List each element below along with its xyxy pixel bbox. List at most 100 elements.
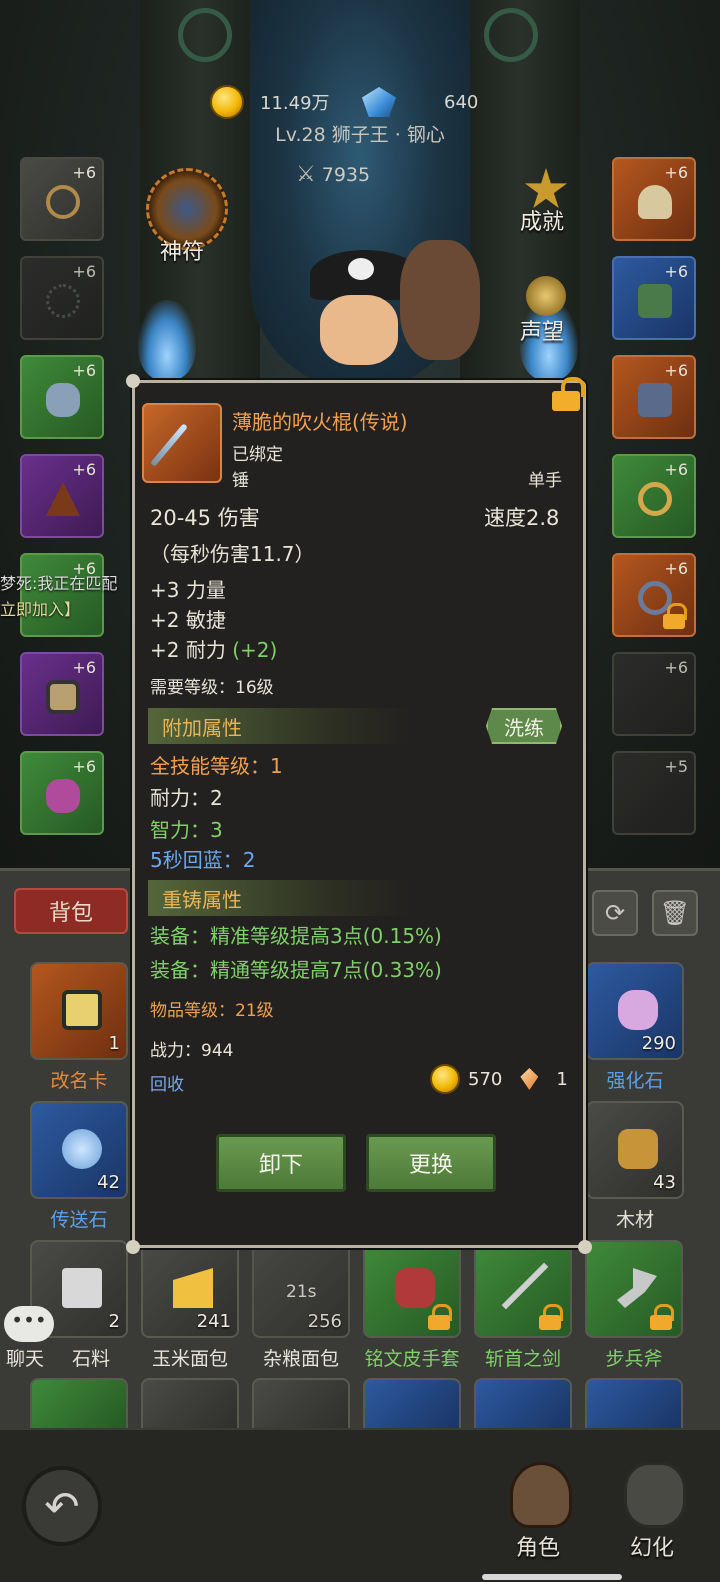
inventory-item[interactable]: 290 — [586, 962, 684, 1060]
refine-button[interactable]: 洗练 — [486, 708, 562, 744]
item-label: 玉米面包 — [151, 1348, 228, 1370]
item-label: 木材 — [615, 1209, 654, 1231]
chat-message[interactable]: 梦死:我正在匹配 — [0, 570, 117, 594]
inventory-item[interactable] — [585, 1240, 683, 1338]
equip-slot-shoulder[interactable]: +6 — [20, 355, 104, 439]
shoulder-armor-icon — [46, 383, 80, 417]
equip-slot-boots[interactable]: +6 — [612, 355, 696, 439]
mask-icon — [624, 1462, 686, 1528]
bound-status: 已绑定 — [232, 445, 283, 465]
inventory-item[interactable] — [30, 1378, 128, 1428]
boots-icon — [638, 383, 672, 417]
crossed-swords-icon: ⚔ — [296, 162, 316, 187]
nav-character-label: 角色 — [516, 1536, 561, 1561]
unlock-icon[interactable] — [552, 377, 585, 413]
inventory-item[interactable]: 42 — [30, 1101, 128, 1199]
slot-level: +6 — [664, 262, 688, 281]
equip-slot-chest[interactable]: +6 — [20, 553, 104, 637]
slot-level: +6 — [664, 163, 688, 182]
item-count: 241 — [196, 1311, 231, 1332]
nav-illusion[interactable]: 幻化 — [610, 1456, 700, 1566]
home-indicator — [482, 1574, 622, 1580]
chain-icon — [46, 284, 80, 318]
equip-slot-trinket-2[interactable]: +5 — [612, 751, 696, 835]
chat-bubble-icon: ••• — [4, 1306, 54, 1342]
talisman-button[interactable]: 神符 — [132, 166, 242, 266]
stat-agility: +2 敏捷 — [150, 608, 226, 632]
equip-slot-chain[interactable]: +6 — [20, 256, 104, 340]
recycle-shard-amount: 1 — [556, 1068, 568, 1090]
gem-display: 640 — [362, 85, 478, 119]
equip-slot-gloves[interactable]: +6 — [20, 751, 104, 835]
gold-amount: 11.49万 — [260, 93, 330, 114]
teleport-stone-icon — [62, 1129, 102, 1169]
equip-slot-ring-2[interactable]: +6 — [612, 553, 696, 637]
slot-level: +5 — [664, 757, 688, 776]
tab-bag[interactable]: 背包 — [14, 888, 128, 934]
inventory-item[interactable]: 241 — [141, 1240, 239, 1338]
extra-attr-stamina: 耐力：2 — [150, 786, 223, 810]
equip-slot-armor[interactable]: +6 — [612, 256, 696, 340]
reforge-attributes-header: 重铸属性 — [148, 880, 408, 916]
inventory-item[interactable] — [363, 1240, 461, 1338]
unequip-button[interactable]: 卸下 — [216, 1134, 346, 1192]
reforge-attributes-title: 重铸属性 — [162, 887, 242, 912]
slot-level: +6 — [72, 262, 96, 281]
inventory-item[interactable] — [474, 1378, 572, 1428]
swirl-ornament — [178, 8, 232, 62]
hero-character[interactable] — [290, 240, 490, 390]
inventory-item[interactable] — [474, 1240, 572, 1338]
recycle-link[interactable]: 回收 — [150, 1070, 184, 1095]
inventory-item[interactable] — [141, 1378, 239, 1428]
slot-level: +6 — [664, 361, 688, 380]
necklace-icon — [46, 185, 80, 219]
gem-icon — [362, 87, 396, 117]
reputation-button[interactable]: 声望 — [514, 272, 584, 345]
item-label: 斩首之剑 — [484, 1348, 561, 1370]
inventory-item[interactable]: 21s 256 — [252, 1240, 350, 1338]
crystal-shard-icon — [520, 1068, 539, 1090]
equip-slot-ring[interactable]: +6 — [612, 454, 696, 538]
equip-slot-trinket[interactable]: +6 — [612, 652, 696, 736]
inventory-item[interactable] — [363, 1378, 461, 1428]
item-level: 物品等级：21级 — [150, 1001, 274, 1021]
stat-stamina-value: +2 耐力 — [150, 638, 226, 662]
damage-per-second: （每秒伤害11.7） — [150, 542, 315, 566]
lock-icon — [538, 1304, 563, 1330]
back-button[interactable]: ↶ — [22, 1466, 102, 1546]
glove-icon — [46, 779, 80, 813]
inventory-item[interactable]: 1 — [30, 962, 128, 1060]
refresh-icon: ⟳ — [604, 899, 626, 927]
item-name: 薄脆的吹火棍(传说) — [232, 410, 408, 434]
achievement-label: 成就 — [520, 210, 565, 235]
sort-button[interactable]: ⟳ — [592, 890, 638, 936]
inventory-item[interactable]: 43 — [586, 1101, 684, 1199]
reforge-mastery: 装备：精通等级提高7点(0.33%) — [150, 958, 442, 982]
required-level: 需要等级：16级 — [150, 678, 274, 698]
inventory-item[interactable] — [585, 1378, 683, 1428]
bracer-icon — [46, 680, 80, 714]
achievement-button[interactable]: 成就 — [514, 164, 584, 235]
stat-stamina: +2 耐力 (+2) — [150, 634, 277, 663]
chat-join-link[interactable]: 立即加入】 — [0, 596, 80, 620]
slot-level: +6 — [72, 757, 96, 776]
inventory-item[interactable] — [252, 1378, 350, 1428]
back-arrow-icon: ↶ — [44, 1481, 80, 1531]
laurel-icon — [526, 276, 566, 316]
item-icon — [142, 403, 222, 483]
equip-slot-bracer[interactable]: +6 — [20, 652, 104, 736]
enhance-stone-icon — [618, 990, 658, 1030]
item-label: 杂粮面包 — [262, 1348, 339, 1370]
cooldown-timer: 21s — [286, 1282, 317, 1302]
cheese-bread-icon — [173, 1268, 213, 1308]
equip-slot-cloak[interactable]: +6 — [20, 454, 104, 538]
replace-button[interactable]: 更换 — [366, 1134, 496, 1192]
equip-slot-necklace[interactable]: +6 — [20, 157, 104, 241]
delete-button[interactable]: 🗑 — [652, 890, 698, 936]
nav-character[interactable]: 角色 — [496, 1456, 586, 1566]
chat-button[interactable]: ••• 聊天 — [4, 1306, 56, 1370]
gold-coin-icon — [210, 85, 244, 119]
gold-coin-icon — [430, 1064, 460, 1094]
equip-slot-helmet[interactable]: +6 — [612, 157, 696, 241]
weapon-hand: 单手 — [528, 471, 562, 491]
